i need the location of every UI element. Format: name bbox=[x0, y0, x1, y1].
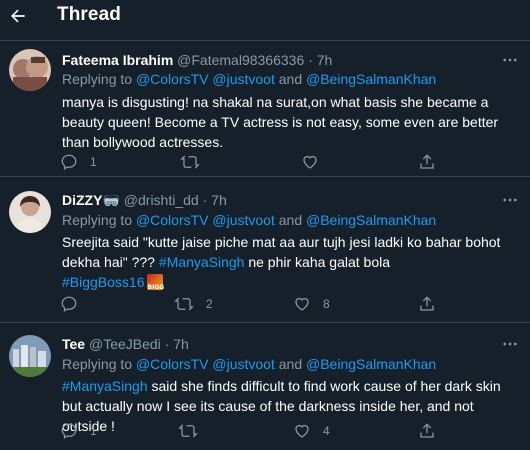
back-button[interactable] bbox=[4, 2, 32, 30]
more-icon bbox=[503, 198, 517, 202]
replying-to: Replying to @ColorsTV @justvoot and @Bei… bbox=[62, 71, 436, 87]
mention-justvoot[interactable]: @justvoot bbox=[212, 71, 274, 87]
tweet-actions: 1 bbox=[0, 150, 530, 174]
top-bar: Thread bbox=[0, 0, 530, 36]
separator-dot: · bbox=[308, 52, 313, 68]
retweet-button[interactable] bbox=[178, 419, 210, 443]
timestamp[interactable]: 7h bbox=[317, 52, 333, 68]
mention-colorstv[interactable]: @ColorsTV bbox=[136, 212, 209, 228]
like-button[interactable]: 4 bbox=[293, 419, 330, 443]
tweet-text-part: ne phir kaha galat bola bbox=[248, 254, 391, 270]
tweet-actions: 1 4 bbox=[0, 419, 530, 443]
more-icon bbox=[503, 58, 517, 62]
timestamp[interactable]: 7h bbox=[173, 336, 189, 352]
mention-and: and bbox=[278, 212, 303, 228]
reply-icon bbox=[61, 296, 77, 312]
avatar[interactable] bbox=[9, 191, 51, 233]
share-icon bbox=[420, 296, 434, 311]
retweet-icon bbox=[180, 155, 200, 169]
retweet-icon bbox=[178, 424, 198, 438]
like-count: 4 bbox=[323, 424, 330, 438]
reply-count: 1 bbox=[90, 424, 97, 438]
separator-dot: · bbox=[164, 336, 170, 352]
hashtag-manyasingh[interactable]: #ManyaSingh bbox=[62, 378, 148, 394]
replying-to: Replying to @ColorsTV @justvoot and @Bei… bbox=[62, 356, 436, 372]
like-button[interactable] bbox=[301, 150, 331, 174]
like-button[interactable]: 8 bbox=[293, 292, 330, 316]
share-icon bbox=[420, 154, 434, 169]
author-handle[interactable]: @drishti_dd bbox=[124, 192, 199, 208]
tweet[interactable]: Fateema Ibrahim @Fatemal98366336 · 7h Re… bbox=[0, 41, 530, 175]
reply-button[interactable]: 1 bbox=[60, 150, 97, 174]
tweet-text: Sreejita said "kutte jaise piche mat aa … bbox=[62, 232, 517, 292]
avatar[interactable] bbox=[9, 49, 51, 91]
like-icon bbox=[303, 155, 317, 169]
avatar-image bbox=[9, 49, 51, 91]
timestamp[interactable]: 7h bbox=[211, 192, 227, 208]
hashtag-biggboss16[interactable]: #BiggBoss16 bbox=[62, 274, 145, 290]
retweet-button[interactable]: 2 bbox=[174, 292, 213, 316]
mention-justvoot[interactable]: @justvoot bbox=[212, 212, 274, 228]
more-button[interactable] bbox=[500, 334, 520, 354]
mention-colorstv[interactable]: @ColorsTV bbox=[136, 356, 209, 372]
author-name[interactable]: DiZZY bbox=[62, 192, 102, 208]
tweet[interactable]: Tee @TeeJBedi · 7h Replying to @ColorsTV… bbox=[0, 323, 530, 450]
retweet-icon bbox=[174, 297, 194, 311]
mention-justvoot[interactable]: @justvoot bbox=[212, 356, 274, 372]
mention-and: and bbox=[278, 71, 303, 87]
mention-and: and bbox=[278, 356, 303, 372]
avatar-image bbox=[9, 335, 51, 377]
more-button[interactable] bbox=[500, 190, 520, 210]
name-emoji: 🥽 bbox=[102, 192, 120, 208]
reply-count: 1 bbox=[90, 155, 97, 169]
reply-button[interactable] bbox=[60, 292, 90, 316]
author-name[interactable]: Tee bbox=[62, 336, 85, 352]
page-title: Thread bbox=[57, 4, 121, 25]
tweet-text: manya is disgusting! na shakal na surat,… bbox=[62, 94, 499, 150]
reply-icon bbox=[61, 423, 77, 439]
tweet-header: DiZZY🥽 @drishti_dd · 7h bbox=[62, 192, 227, 209]
more-button[interactable] bbox=[500, 50, 520, 70]
more-icon bbox=[503, 342, 517, 346]
hashtag-manyasingh[interactable]: #ManyaSingh bbox=[159, 254, 245, 270]
tweet-header: Fateema Ibrahim @Fatemal98366336 · 7h bbox=[62, 52, 332, 68]
share-icon bbox=[420, 423, 434, 438]
replying-to: Replying to @ColorsTV @justvoot and @Bei… bbox=[62, 212, 436, 228]
retweet-count: 2 bbox=[206, 297, 213, 311]
like-icon bbox=[295, 424, 309, 438]
author-name[interactable]: Fateema Ibrahim bbox=[62, 52, 173, 68]
mention-beingsalmankhan[interactable]: @BeingSalmanKhan bbox=[306, 212, 436, 228]
like-icon bbox=[295, 297, 309, 311]
share-button[interactable] bbox=[418, 150, 436, 174]
separator-dot: · bbox=[202, 192, 208, 208]
replying-to-label: Replying to bbox=[62, 71, 133, 87]
reply-button[interactable]: 1 bbox=[60, 419, 97, 443]
retweet-button[interactable] bbox=[180, 150, 212, 174]
like-count: 8 bbox=[323, 297, 330, 311]
reply-icon bbox=[61, 154, 77, 170]
author-handle[interactable]: @Fatemal98366336 bbox=[177, 52, 304, 68]
avatar-image bbox=[9, 191, 51, 233]
mention-beingsalmankhan[interactable]: @BeingSalmanKhan bbox=[306, 356, 436, 372]
replying-to-label: Replying to bbox=[62, 356, 133, 372]
biggboss-emoji: BIGG bbox=[146, 274, 164, 291]
back-arrow-icon bbox=[11, 9, 25, 23]
tweet-header: Tee @TeeJBedi · 7h bbox=[62, 336, 189, 352]
mention-colorstv[interactable]: @ColorsTV bbox=[136, 71, 209, 87]
replying-to-label: Replying to bbox=[62, 212, 133, 228]
share-button[interactable] bbox=[418, 292, 436, 316]
author-handle[interactable]: @TeeJBedi bbox=[89, 336, 161, 352]
share-button[interactable] bbox=[418, 419, 436, 443]
tweet-actions: 2 8 bbox=[0, 292, 530, 316]
tweet[interactable]: DiZZY🥽 @drishti_dd · 7h Replying to @Col… bbox=[0, 177, 530, 321]
mention-beingsalmankhan[interactable]: @BeingSalmanKhan bbox=[306, 71, 436, 87]
avatar[interactable] bbox=[9, 335, 51, 377]
